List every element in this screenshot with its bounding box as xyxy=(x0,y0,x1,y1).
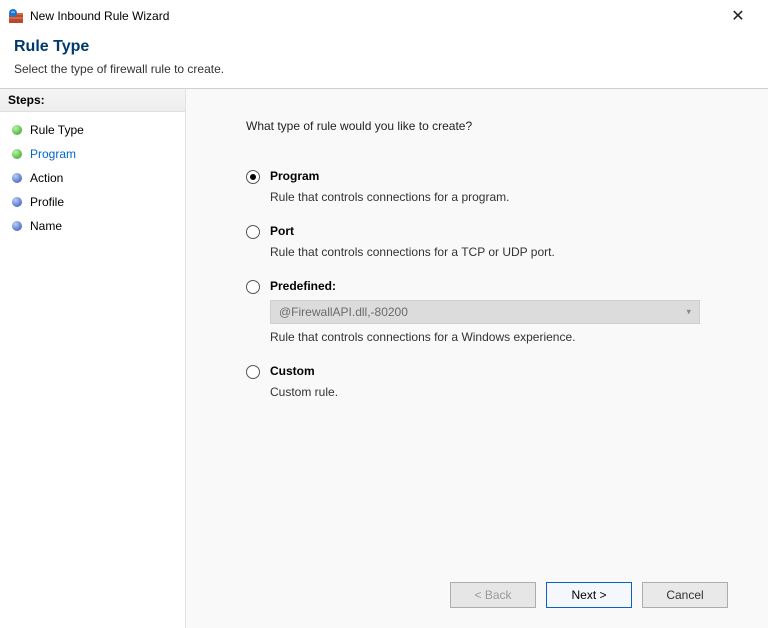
step-bullet-icon xyxy=(12,149,22,159)
step-label: Program xyxy=(30,147,76,161)
close-button[interactable]: ✕ xyxy=(718,6,758,26)
wizard-header: Rule Type Select the type of firewall ru… xyxy=(0,30,768,88)
option-custom-label: Custom xyxy=(270,364,315,378)
chevron-down-icon: ▾ xyxy=(686,307,691,318)
step-action[interactable]: Action xyxy=(0,166,185,190)
option-port-label: Port xyxy=(270,224,294,238)
radio-program[interactable] xyxy=(246,170,260,184)
option-program[interactable]: Program xyxy=(246,169,748,184)
option-predefined-desc: Rule that controls connections for a Win… xyxy=(270,330,748,344)
option-program-label: Program xyxy=(270,169,319,183)
option-port[interactable]: Port xyxy=(246,224,748,239)
step-label: Name xyxy=(30,219,62,233)
option-predefined-label: Predefined: xyxy=(270,279,336,293)
radio-predefined[interactable] xyxy=(246,280,260,294)
steps-panel: Steps: Rule Type Program Action Profile … xyxy=(0,88,185,628)
step-profile[interactable]: Profile xyxy=(0,190,185,214)
predefined-select: @FirewallAPI.dll,-80200 ▾ xyxy=(270,300,700,324)
titlebar: New Inbound Rule Wizard ✕ xyxy=(0,0,768,30)
option-program-desc: Rule that controls connections for a pro… xyxy=(270,190,748,204)
page-subtitle: Select the type of firewall rule to crea… xyxy=(14,62,754,76)
step-bullet-icon xyxy=(12,221,22,231)
wizard-body: Steps: Rule Type Program Action Profile … xyxy=(0,88,768,628)
content-panel: What type of rule would you like to crea… xyxy=(185,88,768,628)
option-custom[interactable]: Custom xyxy=(246,364,748,379)
option-predefined[interactable]: Predefined: xyxy=(246,279,748,294)
step-label: Rule Type xyxy=(30,123,84,137)
predefined-select-value: @FirewallAPI.dll,-80200 xyxy=(279,305,408,319)
back-button: < Back xyxy=(450,582,536,608)
radio-port[interactable] xyxy=(246,225,260,239)
content-inner: What type of rule would you like to crea… xyxy=(246,119,748,566)
step-bullet-icon xyxy=(12,197,22,207)
rule-type-question: What type of rule would you like to crea… xyxy=(246,119,748,133)
page-title: Rule Type xyxy=(14,38,754,56)
option-port-desc: Rule that controls connections for a TCP… xyxy=(270,245,748,259)
window-title: New Inbound Rule Wizard xyxy=(30,9,718,23)
step-label: Action xyxy=(30,171,63,185)
option-custom-desc: Custom rule. xyxy=(270,385,748,399)
step-bullet-icon xyxy=(12,125,22,135)
radio-custom[interactable] xyxy=(246,365,260,379)
cancel-button[interactable]: Cancel xyxy=(642,582,728,608)
steps-list: Rule Type Program Action Profile Name xyxy=(0,112,185,244)
step-bullet-icon xyxy=(12,173,22,183)
next-button[interactable]: Next > xyxy=(546,582,632,608)
step-program[interactable]: Program xyxy=(0,142,185,166)
step-rule-type[interactable]: Rule Type xyxy=(0,118,185,142)
steps-header: Steps: xyxy=(0,89,185,112)
firewall-icon xyxy=(8,8,24,24)
step-label: Profile xyxy=(30,195,64,209)
step-name[interactable]: Name xyxy=(0,214,185,238)
wizard-button-row: < Back Next > Cancel xyxy=(246,566,748,628)
